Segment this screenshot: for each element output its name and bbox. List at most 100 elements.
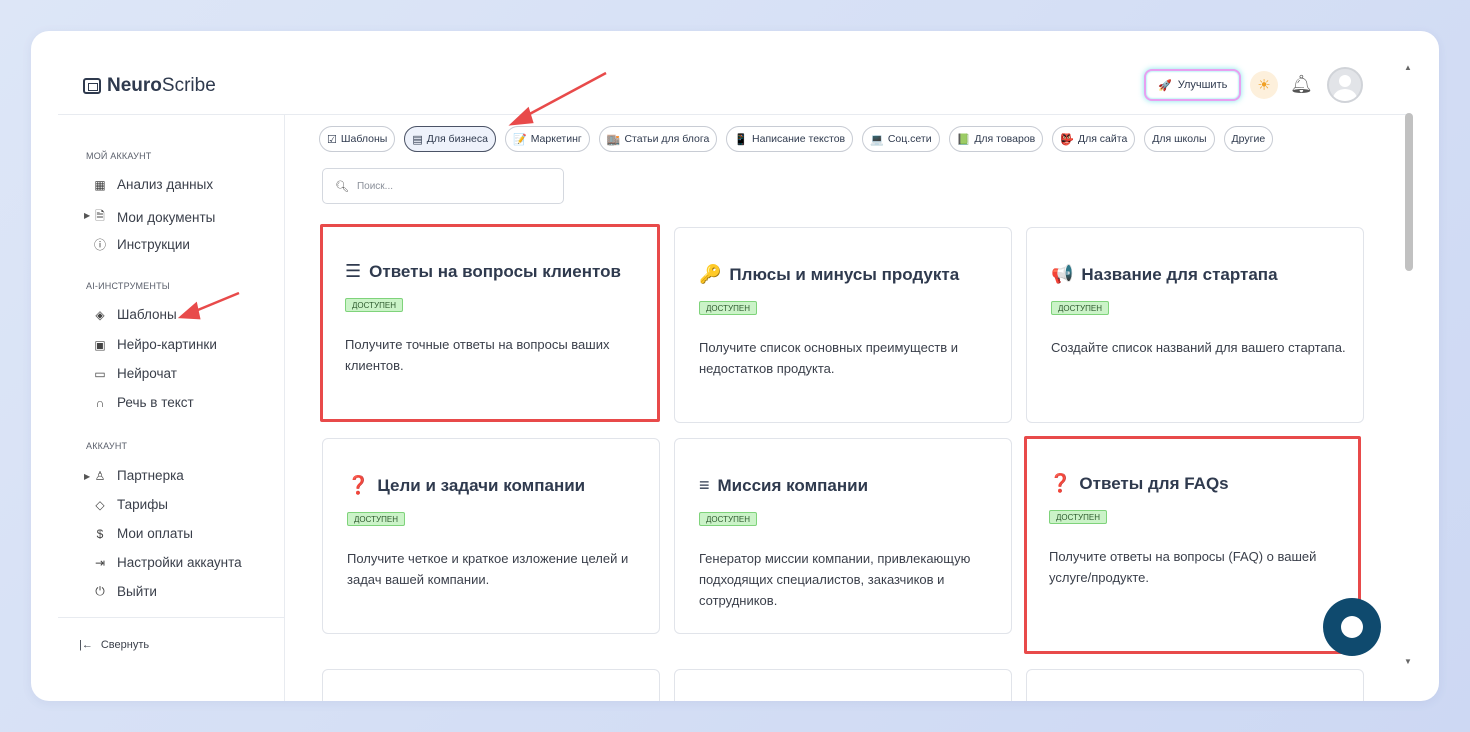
sidebar-item-payments[interactable]: $ Мои оплаты — [93, 526, 193, 541]
template-card-startup-name[interactable]: 📢 Название для стартапа ДОСТУПЕН Создайте… — [1026, 227, 1364, 423]
dollar-icon: $ — [96, 526, 104, 541]
status-badge: ДОСТУПЕН — [347, 512, 405, 526]
template-card-company-mission[interactable]: ≡ Миссия компании ДОСТУПЕН Генератор мисс… — [674, 438, 1012, 634]
collapse-button[interactable]: |← Свернуть — [79, 639, 149, 651]
sidebar-divider — [58, 617, 285, 618]
theme-toggle-sun-icon[interactable]: ☀ — [1250, 71, 1278, 99]
briefcase-icon: ▤ — [412, 133, 423, 146]
category-filters: ☑ Шаблоны ▤ Для бизнеса 📝 Маркетинг 🏬 Статьи… — [319, 126, 1274, 152]
laptop-icon: 💻 — [870, 133, 884, 146]
card-title: Ответы на вопросы клиентов — [369, 261, 621, 281]
filter-chip-school[interactable]: Для школы — [1144, 126, 1215, 152]
filter-chip-business[interactable]: ▤ Для бизнеса — [404, 126, 496, 152]
key-icon: 🔑 — [699, 264, 722, 284]
card-title: Плюсы и минусы продукта — [729, 264, 960, 284]
chat-icon: ▭ — [94, 366, 106, 381]
filter-chip-other[interactable]: Другие — [1223, 126, 1274, 152]
card-title: Цели и задачи компании — [377, 475, 586, 495]
sidebar-item-logout[interactable]: ⏻ Выйти — [93, 584, 157, 599]
template-card-customer-answers[interactable]: ☰ Ответы на вопросы клиентов ДОСТУПЕН Пол… — [320, 224, 660, 422]
card-description: Получите четкое и краткое изложение целе… — [347, 551, 629, 587]
book-icon: 📗 — [956, 133, 971, 146]
card-description: Генератор миссии компании, привлекающую … — [699, 551, 971, 608]
upgrade-label: Улучшить — [1177, 79, 1228, 91]
logo[interactable]: NeuroScribe — [83, 75, 216, 97]
filter-chip-blog-articles[interactable]: 🏬 Статьи для блога — [598, 126, 718, 152]
sidebar-item-partner[interactable]: ♙ Партнерка — [93, 468, 184, 483]
mask-icon: 👺 — [1060, 133, 1074, 146]
template-card-product-pros-cons[interactable]: 🔑 Плюсы и минусы продукта ДОСТУПЕН Получи… — [674, 227, 1012, 423]
status-badge: ДОСТУПЕН — [699, 512, 757, 526]
layers-icon: ◈ — [95, 307, 105, 322]
app-window: NeuroScribe 🚀 Улучшить ☀ 🔔︎ МОЙ АККАУНТ … — [31, 31, 1439, 701]
scroll-up-arrow-icon[interactable]: ▲ — [1404, 63, 1412, 72]
search-icon: 🔍︎ — [335, 180, 349, 193]
checkbox-icon: ☑ — [327, 133, 337, 146]
card-description: Получите ответы на вопросы (FAQ) о вашей… — [1049, 549, 1317, 585]
sidebar-item-speech-to-text[interactable]: ∩ Речь в текст — [93, 395, 194, 410]
sidebar-item-templates[interactable]: ◈ Шаблоны — [93, 307, 176, 322]
collapse-left-icon: |← — [79, 639, 93, 651]
upgrade-button[interactable]: 🚀 Улучшить — [1144, 69, 1242, 101]
users-icon: ♙ — [94, 468, 106, 483]
logout-arrow-icon: ⇥ — [94, 555, 106, 570]
search-input[interactable] — [356, 180, 537, 192]
status-badge: ДОСТУПЕН — [1049, 510, 1107, 524]
search-box: 🔍︎ — [322, 168, 564, 204]
sidebar-item-neuro-images[interactable]: ▣ Нейро-картинки — [93, 337, 217, 352]
filter-chip-templates[interactable]: ☑ Шаблоны — [319, 126, 396, 152]
megaphone-icon: 📢 — [1051, 264, 1074, 284]
bell-icon[interactable]: 🔔︎ — [1290, 74, 1313, 95]
filter-chip-products[interactable]: 📗 Для товаров — [948, 126, 1044, 152]
text-lines-icon: ≡ — [699, 475, 710, 495]
sidebar-item-data-analysis[interactable]: ▦ Анализ данных — [93, 177, 213, 192]
memo-icon: 📝 — [512, 133, 527, 146]
logo-icon — [83, 78, 101, 94]
power-icon: ⏻ — [95, 584, 105, 598]
template-card-company-goals[interactable]: ❓ Цели и задачи компании ДОСТУПЕН Получит… — [322, 438, 660, 634]
sidebar-item-instructions[interactable]: ⓘ Инструкции — [93, 236, 190, 253]
section-title-my-account: МОЙ АККАУНТ — [86, 151, 152, 161]
logo-bold: Neuro — [107, 75, 162, 96]
filter-chip-marketing[interactable]: 📝 Маркетинг — [504, 126, 590, 152]
image-icon: ▣ — [94, 337, 106, 352]
expand-caret-icon[interactable]: ▶ — [84, 472, 90, 481]
help-circle-icon: ⓘ — [93, 238, 106, 252]
scroll-down-arrow-icon[interactable]: ▼ — [1404, 657, 1412, 666]
tag-icon: ◇ — [95, 497, 105, 512]
scrollbar-thumb[interactable] — [1405, 113, 1413, 271]
logo-rest: Scribe — [161, 75, 216, 96]
template-card-faq-answers[interactable]: ❓ Ответы для FAQs ДОСТУПЕН Получите ответ… — [1024, 436, 1361, 654]
filter-chip-website[interactable]: 👺 Для сайта — [1052, 126, 1136, 152]
template-card[interactable] — [1026, 669, 1364, 701]
question-icon: ❓ — [1049, 473, 1072, 493]
filter-chip-copywriting[interactable]: 📱 Написание текстов — [726, 126, 854, 152]
phone-icon: 📱 — [734, 133, 749, 146]
expand-caret-icon[interactable]: ▶ — [84, 211, 90, 220]
card-title: Миссия компании — [717, 475, 869, 495]
blog-icon: 🏬 — [606, 133, 621, 146]
card-description: Получите точные ответы на вопросы ваших … — [345, 337, 610, 373]
headphones-icon: ∩ — [95, 395, 105, 410]
list-icon: ☰ — [345, 261, 362, 281]
grid-icon: ▦ — [94, 177, 106, 192]
status-badge: ДОСТУПЕН — [699, 301, 757, 315]
sidebar-item-neurochat[interactable]: ▭ Нейрочат — [93, 366, 177, 381]
question-icon: ❓ — [347, 475, 370, 495]
template-card[interactable] — [322, 669, 660, 701]
section-title-account: АККАУНТ — [86, 441, 128, 451]
status-badge: ДОСТУПЕН — [345, 298, 403, 312]
section-title-ai-tools: AI-ИНСТРУМЕНТЫ — [86, 281, 170, 291]
sidebar-item-account-settings[interactable]: ⇥ Настройки аккаунта — [93, 555, 242, 570]
sidebar-item-my-documents[interactable]: 🗎 Мои документы — [93, 207, 215, 228]
avatar[interactable] — [1327, 67, 1363, 103]
status-badge: ДОСТУПЕН — [1051, 301, 1109, 315]
chat-widget-button[interactable] — [1323, 598, 1381, 656]
rocket-icon: 🚀 — [1158, 79, 1172, 92]
card-title: Ответы для FAQs — [1079, 473, 1229, 493]
card-description: Создайте список названий для вашего стар… — [1051, 340, 1346, 355]
card-description: Получите список основных преимуществ и н… — [699, 340, 959, 376]
sidebar-item-tariffs[interactable]: ◇ Тарифы — [93, 497, 168, 512]
template-card[interactable] — [674, 669, 1012, 701]
filter-chip-social[interactable]: 💻 Соц.сети — [862, 126, 940, 152]
